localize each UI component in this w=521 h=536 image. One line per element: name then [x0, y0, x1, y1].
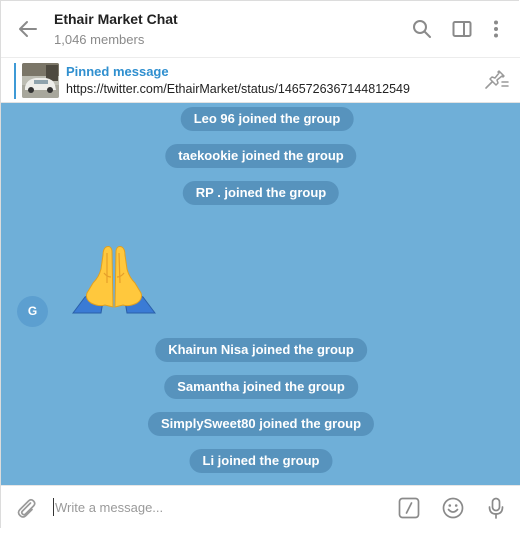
message-list[interactable]: Leo 96 joined the group taekookie joined…	[1, 103, 520, 485]
avatar[interactable]: G	[17, 296, 48, 327]
service-message: taekookie joined the group	[165, 144, 357, 168]
slash-commands-icon[interactable]	[397, 496, 421, 520]
paperclip-icon[interactable]	[14, 496, 38, 520]
compose-bar	[1, 485, 520, 529]
chat-title-block[interactable]: Ethair Market Chat 1,046 members	[54, 10, 178, 49]
unpin-icon[interactable]	[482, 69, 510, 93]
more-vertical-icon[interactable]	[484, 17, 508, 41]
back-arrow-icon[interactable]	[15, 17, 41, 41]
service-message: SimplySweet80 joined the group	[147, 412, 375, 436]
service-message: Samantha joined the group	[164, 375, 358, 399]
member-count: 1,046 members	[54, 32, 145, 47]
service-message: RP . joined the group	[182, 181, 340, 205]
chat-window: Ethair Market Chat 1,046 members Pinned …	[0, 0, 520, 529]
chat-title: Ethair Market Chat	[54, 11, 178, 27]
microphone-icon[interactable]	[484, 496, 508, 520]
service-message: Li joined the group	[189, 449, 333, 473]
search-icon[interactable]	[410, 17, 434, 41]
pinned-message-bar[interactable]: Pinned message https://twitter.com/Ethai…	[1, 57, 520, 103]
emoji-icon[interactable]	[441, 496, 465, 520]
folded-hands-sticker[interactable]	[71, 243, 157, 315]
sidebar-toggle-icon[interactable]	[450, 17, 474, 41]
pinned-accent-bar	[14, 63, 16, 99]
chat-header: Ethair Market Chat 1,046 members	[1, 1, 520, 57]
service-message: Leo 96 joined the group	[180, 107, 354, 131]
text-caret	[53, 498, 54, 516]
pinned-thumbnail	[22, 63, 59, 98]
service-message: Khairun Nisa joined the group	[155, 338, 367, 362]
message-input[interactable]	[51, 495, 385, 519]
pinned-link-text[interactable]: https://twitter.com/EthairMarket/status/…	[66, 82, 410, 96]
pinned-title: Pinned message	[66, 64, 169, 79]
